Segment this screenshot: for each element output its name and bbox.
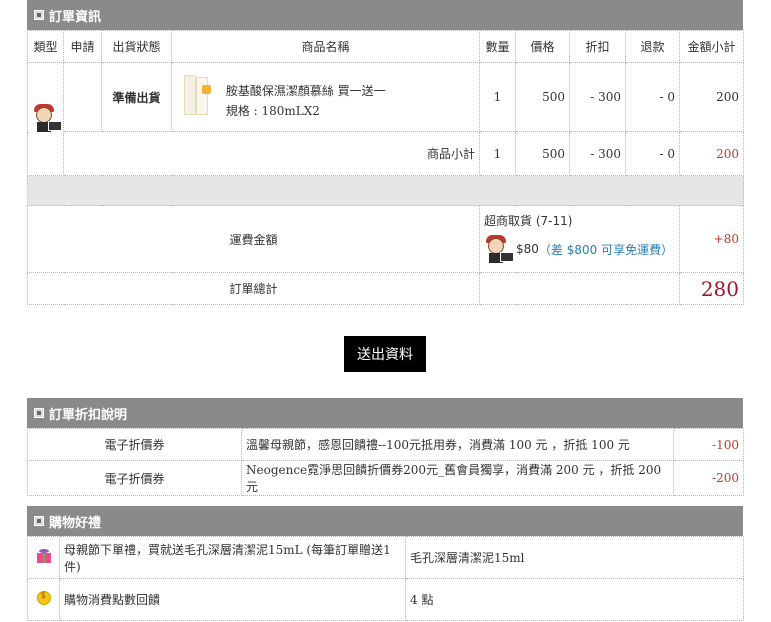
product-cell: 胺基酸保濕潔顏慕絲 買一送一 規格 : 180mLX2: [171, 62, 480, 132]
subtotal-price: 500: [515, 131, 570, 176]
col-discount: 折扣: [569, 30, 626, 63]
discount-info-title: 訂單折扣說明: [49, 407, 128, 423]
col-qty: 數量: [479, 30, 516, 63]
table-header-row: 類型 申請 出貨狀態 商品名稱 數量 價格 折扣 退款 金額小計: [27, 30, 744, 63]
col-subtotal: 金額小計: [679, 30, 744, 63]
spacer-row: [27, 175, 744, 206]
type-cell: [27, 62, 64, 176]
discount-table: 電子折價券 溫馨母親節，感恩回饋禮--100元抵用券，消費滿 100 元 ，折抵…: [27, 428, 744, 496]
shipping-detail: 超商取貨 (7-11) $80 （差 $800 可享免運費）: [479, 205, 680, 273]
gifts-table: 母親節下單禮，買就送毛孔深層清潔泥15mL (每筆訂單贈送1件) 毛孔深層清潔泥…: [27, 536, 744, 621]
order-table: 類型 申請 出貨狀態 商品名稱 數量 價格 折扣 退款 金額小計 準備出貨 胺基…: [27, 30, 744, 305]
subtotal-discount: - 300: [569, 131, 626, 176]
table-row: 母親節下單禮，買就送毛孔深層清潔泥15mL (每筆訂單贈送1件) 毛孔深層清潔泥…: [27, 536, 744, 579]
order-info-title: 訂單資訊: [49, 9, 102, 25]
discount-type: 電子折價券: [27, 460, 242, 496]
col-status: 出貨狀態: [101, 30, 172, 63]
gift-value: 毛孔深層清潔泥15ml: [405, 536, 744, 579]
col-price: 價格: [515, 30, 570, 63]
order-info-header: 訂單資訊: [27, 0, 743, 30]
gifts-panel: 購物好禮 母親節下單禮，買就送毛孔深層清潔泥15mL (每筆訂單贈送1件) 毛孔…: [27, 506, 744, 621]
col-refund: 退款: [625, 30, 680, 63]
table-row: 準備出貨 胺基酸保濕潔顏慕絲 買一送一 規格 : 180mLX2 1 500 -…: [27, 62, 744, 176]
shipping-label: 運費金額: [27, 205, 480, 273]
subtotal-row: 商品小計 1 500 - 300 - 0 200: [28, 131, 744, 176]
item-refund: - 0: [625, 62, 680, 132]
free-shipping-note: （差 $800 可享免運費）: [538, 242, 674, 257]
shipping-method: 超商取貨 (7-11): [484, 214, 573, 228]
total-label: 訂單總計: [27, 272, 480, 305]
coin-icon: [36, 591, 51, 605]
subtotal-qty: 1: [479, 131, 516, 176]
gift-desc: 購物消費點數回饋: [59, 578, 406, 621]
shipping-row: 運費金額 超商取貨 (7-11) $80 （差 $800 可享免運費） +80: [27, 205, 744, 273]
product-spec: 規格 : 180mLX2: [225, 104, 320, 118]
table-row: 購物消費點數回饋 4 點: [27, 578, 744, 621]
shipping-status: 準備出貨: [101, 62, 172, 132]
discount-amount: -100: [673, 428, 744, 461]
col-apply: 申請: [63, 30, 102, 63]
col-type: 類型: [27, 30, 64, 63]
item-price: 500: [515, 62, 570, 132]
discount-desc: 溫馨母親節，感恩回饋禮--100元抵用券，消費滿 100 元 ，折抵 100 元: [241, 428, 674, 461]
discount-info-header: 訂單折扣說明: [27, 398, 743, 428]
gifts-title: 購物好禮: [49, 515, 102, 531]
delivery-man-icon: [32, 103, 62, 132]
order-info-panel: 訂單資訊 類型 申請 出貨狀態 商品名稱 數量 價格 折扣 退款 金額小計 準備…: [27, 0, 744, 305]
subtotal-refund: - 0: [625, 131, 680, 176]
gifts-header: 購物好禮: [27, 506, 743, 536]
delivery-man-icon: [484, 235, 514, 263]
gift-value: 4 點: [405, 578, 744, 621]
submit-button[interactable]: 送出資料: [344, 336, 426, 372]
product-image[interactable]: [182, 73, 214, 115]
total-amount: 280: [679, 272, 744, 305]
gift-icon: [36, 548, 52, 564]
table-row: 電子折價券 Neogence霓淨思回饋折價券200元_舊會員獨享，消費滿 200…: [27, 460, 744, 496]
shipping-fee: $80: [516, 242, 539, 256]
col-product: 商品名稱: [171, 30, 480, 63]
apply-cell: [63, 62, 102, 132]
section-icon: [34, 10, 44, 20]
discount-info-panel: 訂單折扣說明 電子折價券 溫馨母親節，感恩回饋禮--100元抵用券，消費滿 10…: [27, 398, 744, 496]
item-subtotal: 200: [679, 62, 744, 132]
discount-amount: -200: [673, 460, 744, 496]
discount-type: 電子折價券: [27, 428, 242, 461]
total-row: 訂單總計 280: [27, 272, 744, 305]
item-qty: 1: [479, 62, 516, 132]
table-row: 電子折價券 溫馨母親節，感恩回饋禮--100元抵用券，消費滿 100 元 ，折抵…: [27, 428, 744, 461]
gift-desc: 母親節下單禮，買就送毛孔深層清潔泥15mL (每筆訂單贈送1件): [59, 536, 406, 579]
item-discount: - 300: [569, 62, 626, 132]
subtotal-label: 商品小計: [63, 131, 480, 176]
shipping-amount: +80: [679, 205, 744, 273]
subtotal-amount: 200: [679, 131, 744, 176]
section-icon: [34, 408, 44, 418]
product-name-link[interactable]: 胺基酸保濕潔顏慕絲 買一送一: [226, 81, 386, 101]
section-icon: [34, 516, 44, 526]
discount-desc: Neogence霓淨思回饋折價券200元_舊會員獨享，消費滿 200 元 ，折抵…: [241, 460, 674, 496]
